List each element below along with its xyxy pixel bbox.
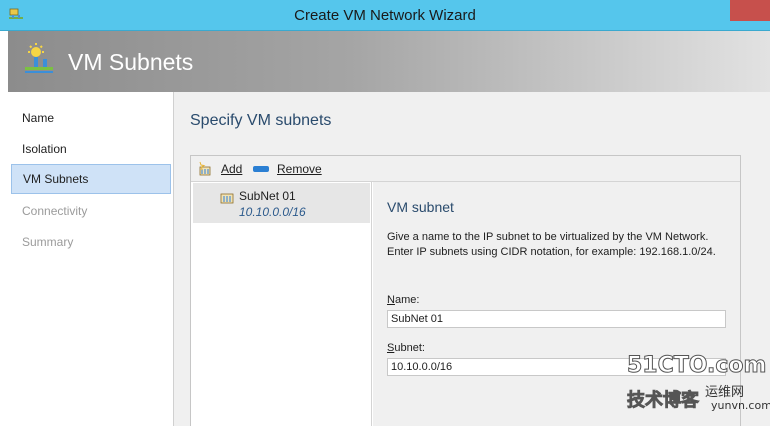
sidebar-item-connectivity: Connectivity xyxy=(22,204,88,218)
add-button[interactable]: Add xyxy=(197,160,242,178)
page-banner: VM Subnets xyxy=(8,31,770,92)
watermark: 51CTO.com 技术博客 运维网 yunvn.com xyxy=(626,353,770,417)
name-field-label: Name: xyxy=(387,294,419,306)
sidebar-item-vm-subnets[interactable]: VM Subnets xyxy=(11,164,171,194)
subnet-name-input[interactable] xyxy=(387,310,726,328)
subnet-list: SubNet 01 10.10.0.0/16 xyxy=(191,182,372,426)
page-title: Specify VM subnets xyxy=(190,112,332,129)
vm-network-icon xyxy=(25,43,53,73)
sidebar-item-isolation[interactable]: Isolation xyxy=(11,134,171,164)
detail-title: VM subnet xyxy=(387,199,454,215)
remove-button[interactable]: Remove xyxy=(253,160,322,178)
name-label-rest: ame: xyxy=(394,294,420,306)
window-title: Create VM Network Wizard xyxy=(294,7,476,24)
remove-icon xyxy=(253,166,269,172)
sidebar-item-name[interactable]: Name xyxy=(11,103,171,133)
subnet-label-rest: ubnet: xyxy=(394,342,425,354)
add-subnet-icon xyxy=(199,161,211,176)
add-label: Add xyxy=(221,162,243,176)
wizard-steps-sidebar: Name Isolation VM Subnets Connectivity S… xyxy=(8,92,174,426)
subnet-field-label: Subnet: xyxy=(387,342,425,354)
subnet-toolbar: Add Remove xyxy=(191,156,740,182)
subnet-cidr: 10.10.0.0/16 xyxy=(239,205,306,219)
banner-title: VM Subnets xyxy=(68,49,194,75)
watermark-right: 运维网 xyxy=(705,385,745,400)
watermark-top: 51CTO.com xyxy=(626,353,767,379)
detail-description: Give a name to the IP subnet to be virtu… xyxy=(387,231,716,258)
close-button[interactable] xyxy=(730,0,770,21)
list-item[interactable]: SubNet 01 10.10.0.0/16 xyxy=(193,183,370,223)
watermark-url: yunvn.com xyxy=(711,399,770,412)
sidebar-item-summary: Summary xyxy=(22,235,74,249)
subnet-icon xyxy=(220,193,234,204)
remove-label: Remove xyxy=(277,162,322,176)
watermark-left: 技术博客 xyxy=(627,390,700,412)
title-bar: Create VM Network Wizard xyxy=(0,0,770,31)
name-label-accel: N xyxy=(387,294,395,306)
subnet-name: SubNet 01 xyxy=(239,189,296,203)
